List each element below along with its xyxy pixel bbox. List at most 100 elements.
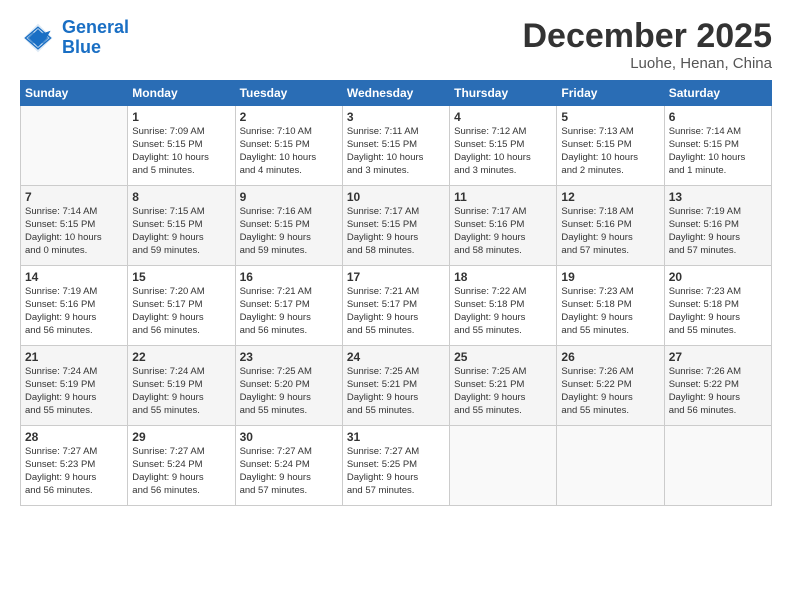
calendar-cell: 14 Sunrise: 7:19 AM Sunset: 5:16 PM Dayli… (21, 266, 128, 346)
calendar-cell: 5 Sunrise: 7:13 AM Sunset: 5:15 PM Daylig… (557, 106, 664, 186)
week-row-5: 28 Sunrise: 7:27 AM Sunset: 5:23 PM Dayli… (21, 426, 772, 506)
day-info: Sunrise: 7:14 AM Sunset: 5:15 PM Dayligh… (25, 206, 123, 257)
day-number: 30 (240, 430, 338, 444)
day-number: 3 (347, 110, 445, 124)
day-number: 24 (347, 350, 445, 364)
weekday-friday: Friday (557, 81, 664, 106)
calendar-cell: 31 Sunrise: 7:27 AM Sunset: 5:25 PM Dayli… (342, 426, 449, 506)
day-number: 27 (669, 350, 767, 364)
day-info: Sunrise: 7:27 AM Sunset: 5:24 PM Dayligh… (240, 446, 338, 497)
day-info: Sunrise: 7:22 AM Sunset: 5:18 PM Dayligh… (454, 286, 552, 337)
day-number: 22 (132, 350, 230, 364)
weekday-wednesday: Wednesday (342, 81, 449, 106)
day-info: Sunrise: 7:21 AM Sunset: 5:17 PM Dayligh… (240, 286, 338, 337)
day-number: 28 (25, 430, 123, 444)
calendar-cell: 24Sunrise: 7:25 AM Sunset: 5:21 PM Dayli… (342, 346, 449, 426)
weekday-header-row: SundayMondayTuesdayWednesdayThursdayFrid… (21, 81, 772, 106)
day-info: Sunrise: 7:24 AM Sunset: 5:19 PM Dayligh… (25, 366, 123, 417)
calendar-cell: 27 Sunrise: 7:26 AM Sunset: 5:22 PM Dayli… (664, 346, 771, 426)
day-number: 21 (25, 350, 123, 364)
calendar-cell: 7 Sunrise: 7:14 AM Sunset: 5:15 PM Daylig… (21, 186, 128, 266)
day-info: Sunrise: 7:27 AM Sunset: 5:24 PM Dayligh… (132, 446, 230, 497)
day-info: Sunrise: 7:09 AM Sunset: 5:15 PM Dayligh… (132, 126, 230, 177)
day-info: Sunrise: 7:10 AM Sunset: 5:15 PM Dayligh… (240, 126, 338, 177)
calendar-cell: 30 Sunrise: 7:27 AM Sunset: 5:24 PM Dayli… (235, 426, 342, 506)
day-number: 12 (561, 190, 659, 204)
day-number: 18 (454, 270, 552, 284)
calendar-cell: 4 Sunrise: 7:12 AM Sunset: 5:15 PM Daylig… (450, 106, 557, 186)
title-block: December 2025 Luohe, Henan, China (522, 18, 772, 72)
calendar-cell: 3 Sunrise: 7:11 AM Sunset: 5:15 PM Daylig… (342, 106, 449, 186)
week-row-1: 1Sunrise: 7:09 AM Sunset: 5:15 PM Daylig… (21, 106, 772, 186)
day-number: 19 (561, 270, 659, 284)
day-number: 23 (240, 350, 338, 364)
calendar-cell: 12 Sunrise: 7:18 AM Sunset: 5:16 PM Dayli… (557, 186, 664, 266)
day-info: Sunrise: 7:20 AM Sunset: 5:17 PM Dayligh… (132, 286, 230, 337)
day-number: 26 (561, 350, 659, 364)
day-number: 7 (25, 190, 123, 204)
calendar-cell: 29 Sunrise: 7:27 AM Sunset: 5:24 PM Dayli… (128, 426, 235, 506)
calendar-cell: 2 Sunrise: 7:10 AM Sunset: 5:15 PM Daylig… (235, 106, 342, 186)
calendar-cell: 17Sunrise: 7:21 AM Sunset: 5:17 PM Dayli… (342, 266, 449, 346)
day-number: 2 (240, 110, 338, 124)
day-number: 13 (669, 190, 767, 204)
week-row-2: 7 Sunrise: 7:14 AM Sunset: 5:15 PM Daylig… (21, 186, 772, 266)
calendar-cell: 22 Sunrise: 7:24 AM Sunset: 5:19 PM Dayli… (128, 346, 235, 426)
week-row-3: 14 Sunrise: 7:19 AM Sunset: 5:16 PM Dayli… (21, 266, 772, 346)
day-info: Sunrise: 7:25 AM Sunset: 5:21 PM Dayligh… (454, 366, 552, 417)
logo-icon (20, 20, 56, 56)
day-info: Sunrise: 7:13 AM Sunset: 5:15 PM Dayligh… (561, 126, 659, 177)
day-number: 16 (240, 270, 338, 284)
logo-text: General Blue (62, 18, 129, 58)
calendar-cell: 25Sunrise: 7:25 AM Sunset: 5:21 PM Dayli… (450, 346, 557, 426)
calendar-cell: 8Sunrise: 7:15 AM Sunset: 5:15 PM Daylig… (128, 186, 235, 266)
day-info: Sunrise: 7:12 AM Sunset: 5:15 PM Dayligh… (454, 126, 552, 177)
calendar-cell: 11 Sunrise: 7:17 AM Sunset: 5:16 PM Dayli… (450, 186, 557, 266)
day-info: Sunrise: 7:26 AM Sunset: 5:22 PM Dayligh… (561, 366, 659, 417)
calendar-cell: 6Sunrise: 7:14 AM Sunset: 5:15 PM Daylig… (664, 106, 771, 186)
weekday-saturday: Saturday (664, 81, 771, 106)
weekday-thursday: Thursday (450, 81, 557, 106)
calendar-cell: 26 Sunrise: 7:26 AM Sunset: 5:22 PM Dayli… (557, 346, 664, 426)
day-info: Sunrise: 7:21 AM Sunset: 5:17 PM Dayligh… (347, 286, 445, 337)
calendar-cell (664, 426, 771, 506)
day-info: Sunrise: 7:17 AM Sunset: 5:16 PM Dayligh… (454, 206, 552, 257)
day-number: 11 (454, 190, 552, 204)
day-info: Sunrise: 7:16 AM Sunset: 5:15 PM Dayligh… (240, 206, 338, 257)
day-number: 29 (132, 430, 230, 444)
day-info: Sunrise: 7:23 AM Sunset: 5:18 PM Dayligh… (669, 286, 767, 337)
day-info: Sunrise: 7:25 AM Sunset: 5:20 PM Dayligh… (240, 366, 338, 417)
day-number: 6 (669, 110, 767, 124)
day-info: Sunrise: 7:19 AM Sunset: 5:16 PM Dayligh… (25, 286, 123, 337)
calendar-cell: 21 Sunrise: 7:24 AM Sunset: 5:19 PM Dayli… (21, 346, 128, 426)
calendar-cell: 20 Sunrise: 7:23 AM Sunset: 5:18 PM Dayli… (664, 266, 771, 346)
day-number: 5 (561, 110, 659, 124)
day-number: 4 (454, 110, 552, 124)
calendar-cell: 15Sunrise: 7:20 AM Sunset: 5:17 PM Dayli… (128, 266, 235, 346)
weekday-sunday: Sunday (21, 81, 128, 106)
day-number: 8 (132, 190, 230, 204)
calendar-cell: 13Sunrise: 7:19 AM Sunset: 5:16 PM Dayli… (664, 186, 771, 266)
calendar-cell (21, 106, 128, 186)
day-info: Sunrise: 7:27 AM Sunset: 5:23 PM Dayligh… (25, 446, 123, 497)
week-row-4: 21 Sunrise: 7:24 AM Sunset: 5:19 PM Dayli… (21, 346, 772, 426)
day-info: Sunrise: 7:24 AM Sunset: 5:19 PM Dayligh… (132, 366, 230, 417)
weekday-monday: Monday (128, 81, 235, 106)
day-info: Sunrise: 7:18 AM Sunset: 5:16 PM Dayligh… (561, 206, 659, 257)
calendar-cell: 19Sunrise: 7:23 AM Sunset: 5:18 PM Dayli… (557, 266, 664, 346)
day-number: 31 (347, 430, 445, 444)
calendar-cell: 9 Sunrise: 7:16 AM Sunset: 5:15 PM Daylig… (235, 186, 342, 266)
day-number: 10 (347, 190, 445, 204)
day-number: 20 (669, 270, 767, 284)
day-info: Sunrise: 7:26 AM Sunset: 5:22 PM Dayligh… (669, 366, 767, 417)
calendar-cell: 23 Sunrise: 7:25 AM Sunset: 5:20 PM Dayli… (235, 346, 342, 426)
calendar-cell: 28 Sunrise: 7:27 AM Sunset: 5:23 PM Dayli… (21, 426, 128, 506)
day-number: 9 (240, 190, 338, 204)
weekday-tuesday: Tuesday (235, 81, 342, 106)
day-info: Sunrise: 7:27 AM Sunset: 5:25 PM Dayligh… (347, 446, 445, 497)
day-info: Sunrise: 7:11 AM Sunset: 5:15 PM Dayligh… (347, 126, 445, 177)
calendar-cell: 18 Sunrise: 7:22 AM Sunset: 5:18 PM Dayli… (450, 266, 557, 346)
calendar-cell (450, 426, 557, 506)
day-number: 14 (25, 270, 123, 284)
calendar-cell: 10Sunrise: 7:17 AM Sunset: 5:15 PM Dayli… (342, 186, 449, 266)
